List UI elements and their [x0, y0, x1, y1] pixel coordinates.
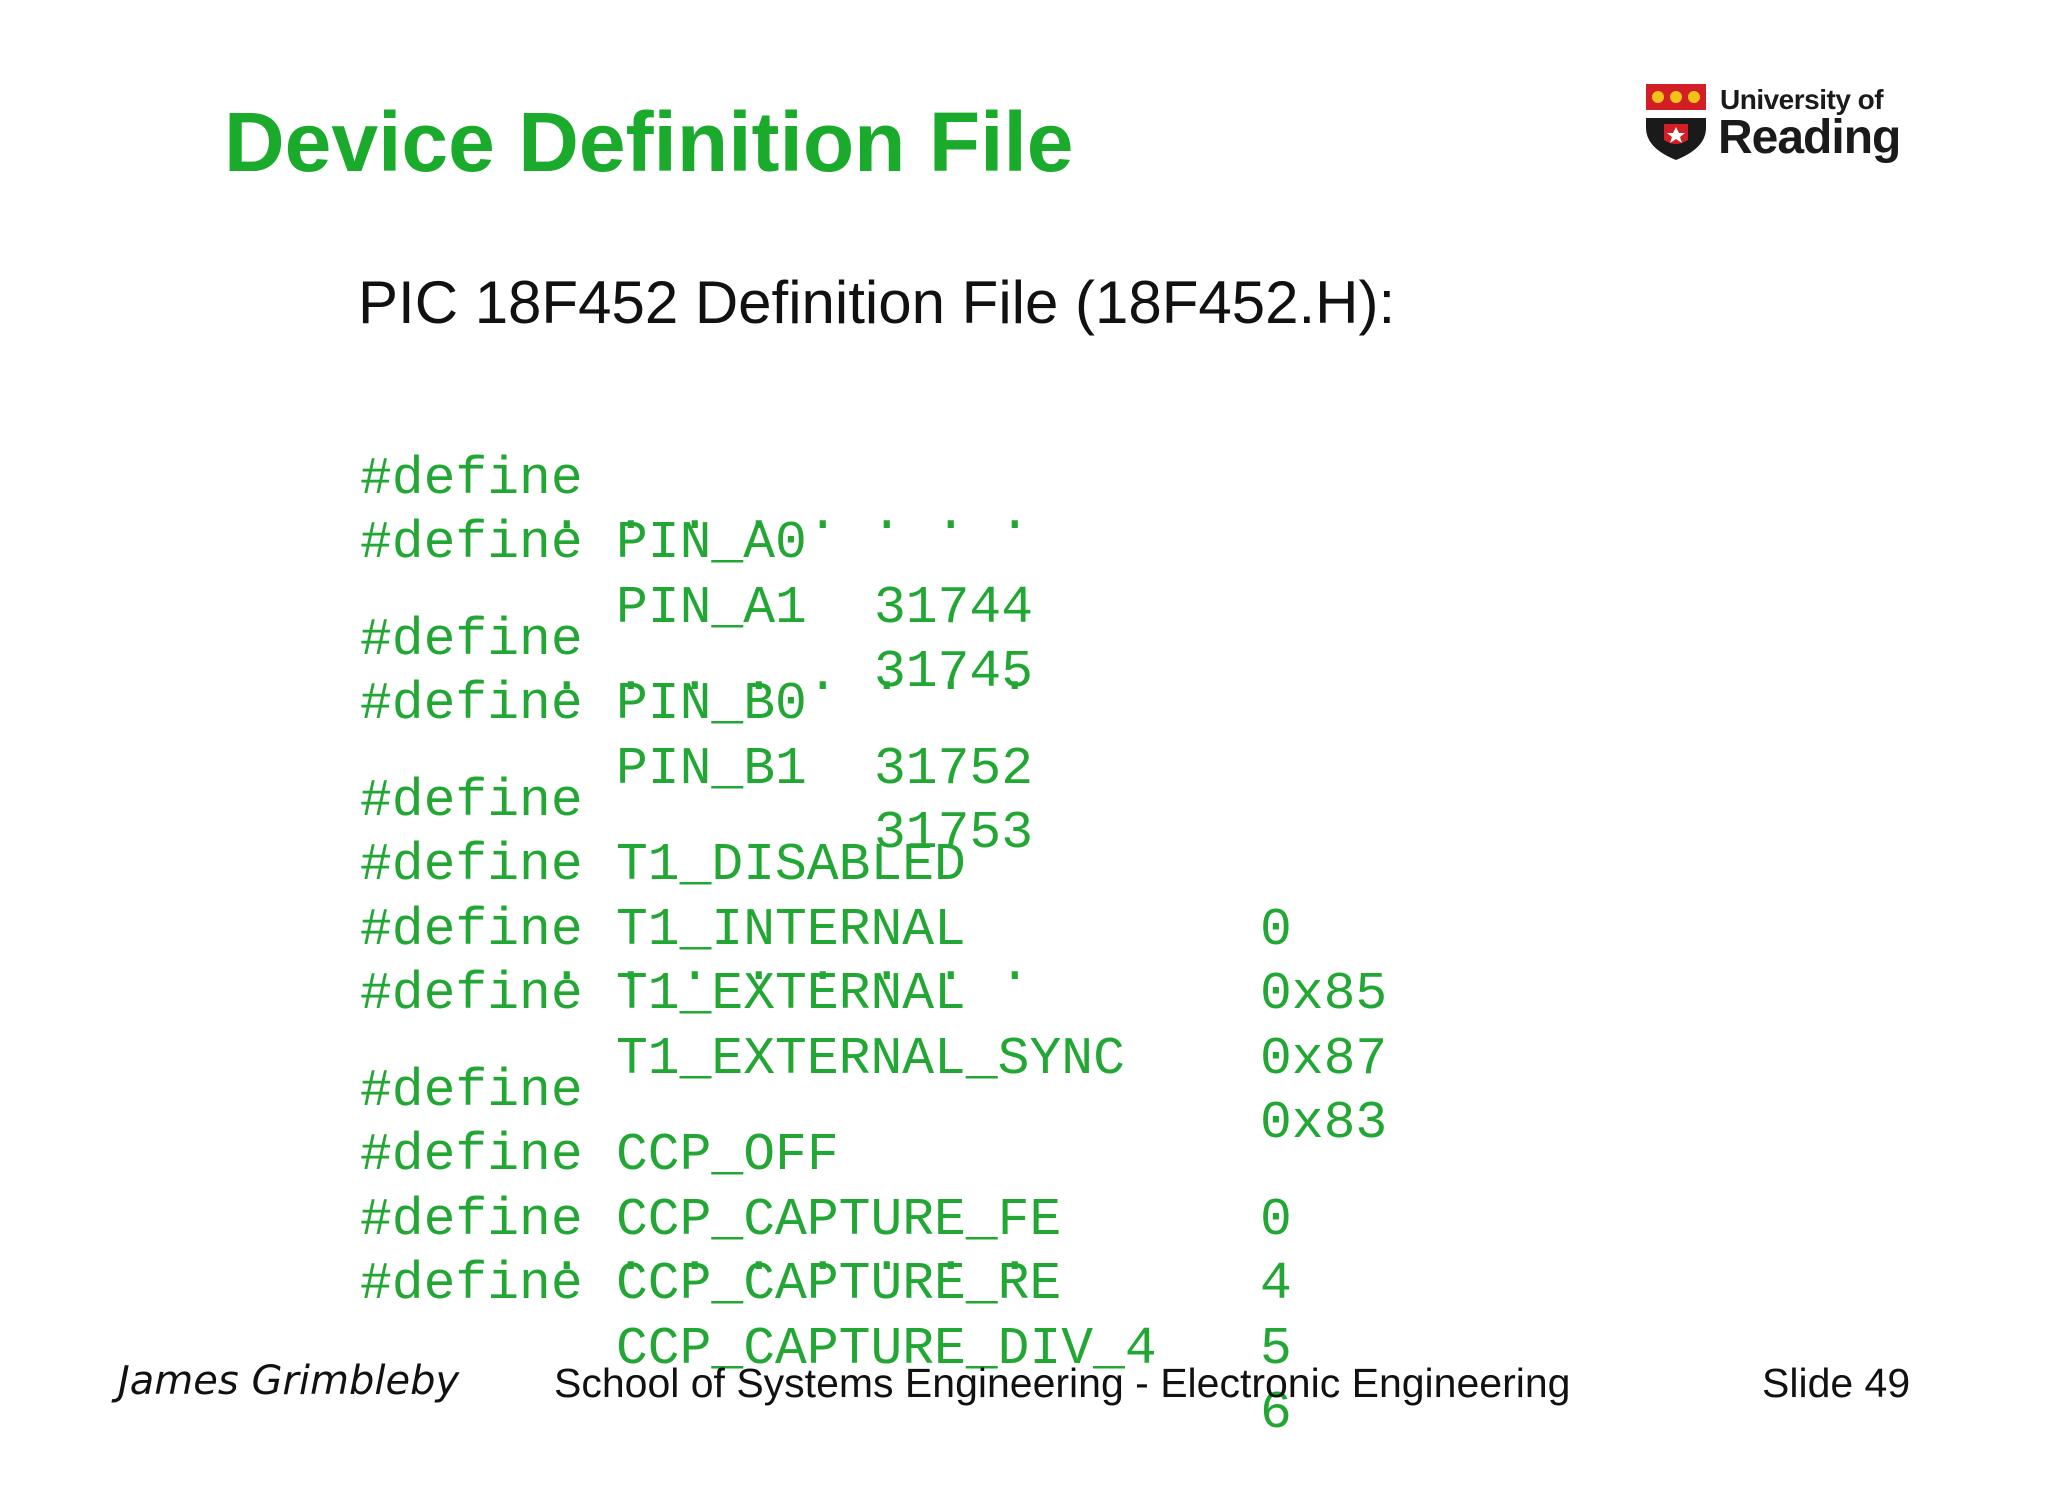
ellipsis-dot: ·: [742, 946, 775, 1006]
ellipsis-dot: ·: [806, 656, 839, 716]
ellipsis-dot: ·: [678, 946, 711, 1006]
code-line: #define CCP_CAPTURE_FE 4: [360, 1059, 1600, 1314]
ellipsis-dot: ·: [550, 1236, 583, 1296]
ellipsis-dot: ·: [934, 656, 967, 716]
ellipsis-dot: ·: [806, 1236, 839, 1296]
university-logo: University of Reading: [1646, 84, 1906, 168]
ellipsis-dot: ·: [614, 946, 647, 1006]
code-line: #define PIN_A1 31745: [360, 447, 1600, 702]
ellipsis-dot: ·: [550, 656, 583, 716]
ellipsis-dot: ·: [934, 495, 967, 555]
ellipsis-dot: ·: [806, 495, 839, 555]
ellipsis-dot: ·: [742, 656, 775, 716]
ellipsis-dot: ·: [934, 946, 967, 1006]
ellipsis-dot: ·: [742, 1236, 775, 1296]
ellipsis-row: · · · · · · · ·: [360, 656, 1600, 716]
ellipsis-dot: ·: [870, 946, 903, 1006]
logo-text-reading: Reading: [1718, 111, 1901, 164]
ellipsis-row: · · · · · · · ·: [360, 1236, 1600, 1296]
ellipsis-dot: ·: [678, 495, 711, 555]
slide-title: Device Definition File: [224, 95, 1074, 189]
ellipsis-row: · · · · · · · ·: [360, 946, 1600, 1006]
ellipsis-dot: ·: [678, 656, 711, 716]
ellipsis-dot: ·: [614, 495, 647, 555]
code-line: #define PIN_B1 31753: [360, 608, 1600, 863]
code-line: #define T1_INTERNAL 0x85: [360, 769, 1600, 1024]
ellipsis-dot: ·: [550, 946, 583, 1006]
code-line: #define T1_EXTERNAL 0x87: [360, 833, 1600, 1089]
ellipsis-dot: ·: [998, 656, 1031, 716]
code-line: #define CCP_OFF 0: [360, 994, 1600, 1250]
ellipsis-dot: ·: [806, 946, 839, 1006]
ellipsis-dot: ·: [614, 656, 647, 716]
ellipsis-dot: ·: [998, 495, 1031, 555]
ellipsis-dot: ·: [550, 495, 583, 555]
ellipsis-dot: ·: [934, 1236, 967, 1296]
ellipsis-dot: ·: [742, 495, 775, 555]
slide-subtitle: PIC 18F452 Definition File (18F452.H):: [358, 269, 1396, 336]
code-line: #define PIN_A0 31744: [360, 382, 1600, 638]
ellipsis-dot: ·: [678, 1236, 711, 1296]
ellipsis-dot: ·: [614, 1236, 647, 1296]
code-line: #define T1_DISABLED 0: [360, 704, 1600, 960]
code-line: #define CCP_CAPTURE_DIV_4 6: [360, 1188, 1600, 1443]
code-line: #define CCP_CAPTURE_RE 5: [360, 1123, 1600, 1379]
ellipsis-dot: ·: [998, 946, 1031, 1006]
code-line: #define T1_EXTERNAL_SYNC 0x83: [360, 898, 1600, 1153]
footer-author: James Grimbleby: [118, 1358, 460, 1404]
ellipsis-row: · · · · · · · ·: [360, 495, 1600, 555]
ellipsis-dot: ·: [998, 1236, 1031, 1296]
ellipsis-dot: ·: [870, 656, 903, 716]
ellipsis-dot: ·: [870, 495, 903, 555]
university-shield-icon: [1646, 84, 1706, 160]
code-listing: #define PIN_A0 31744 #define PIN_A1 3174…: [360, 382, 1600, 1444]
footer-slide-number: Slide 49: [1762, 1360, 1911, 1406]
ellipsis-dot: ·: [870, 1236, 903, 1296]
slide: Device Definition File University of Rea…: [0, 0, 2048, 1448]
footer-school: School of Systems Engineering - Electron…: [554, 1360, 1571, 1406]
code-line: #define PIN_B0 31752: [360, 543, 1600, 799]
